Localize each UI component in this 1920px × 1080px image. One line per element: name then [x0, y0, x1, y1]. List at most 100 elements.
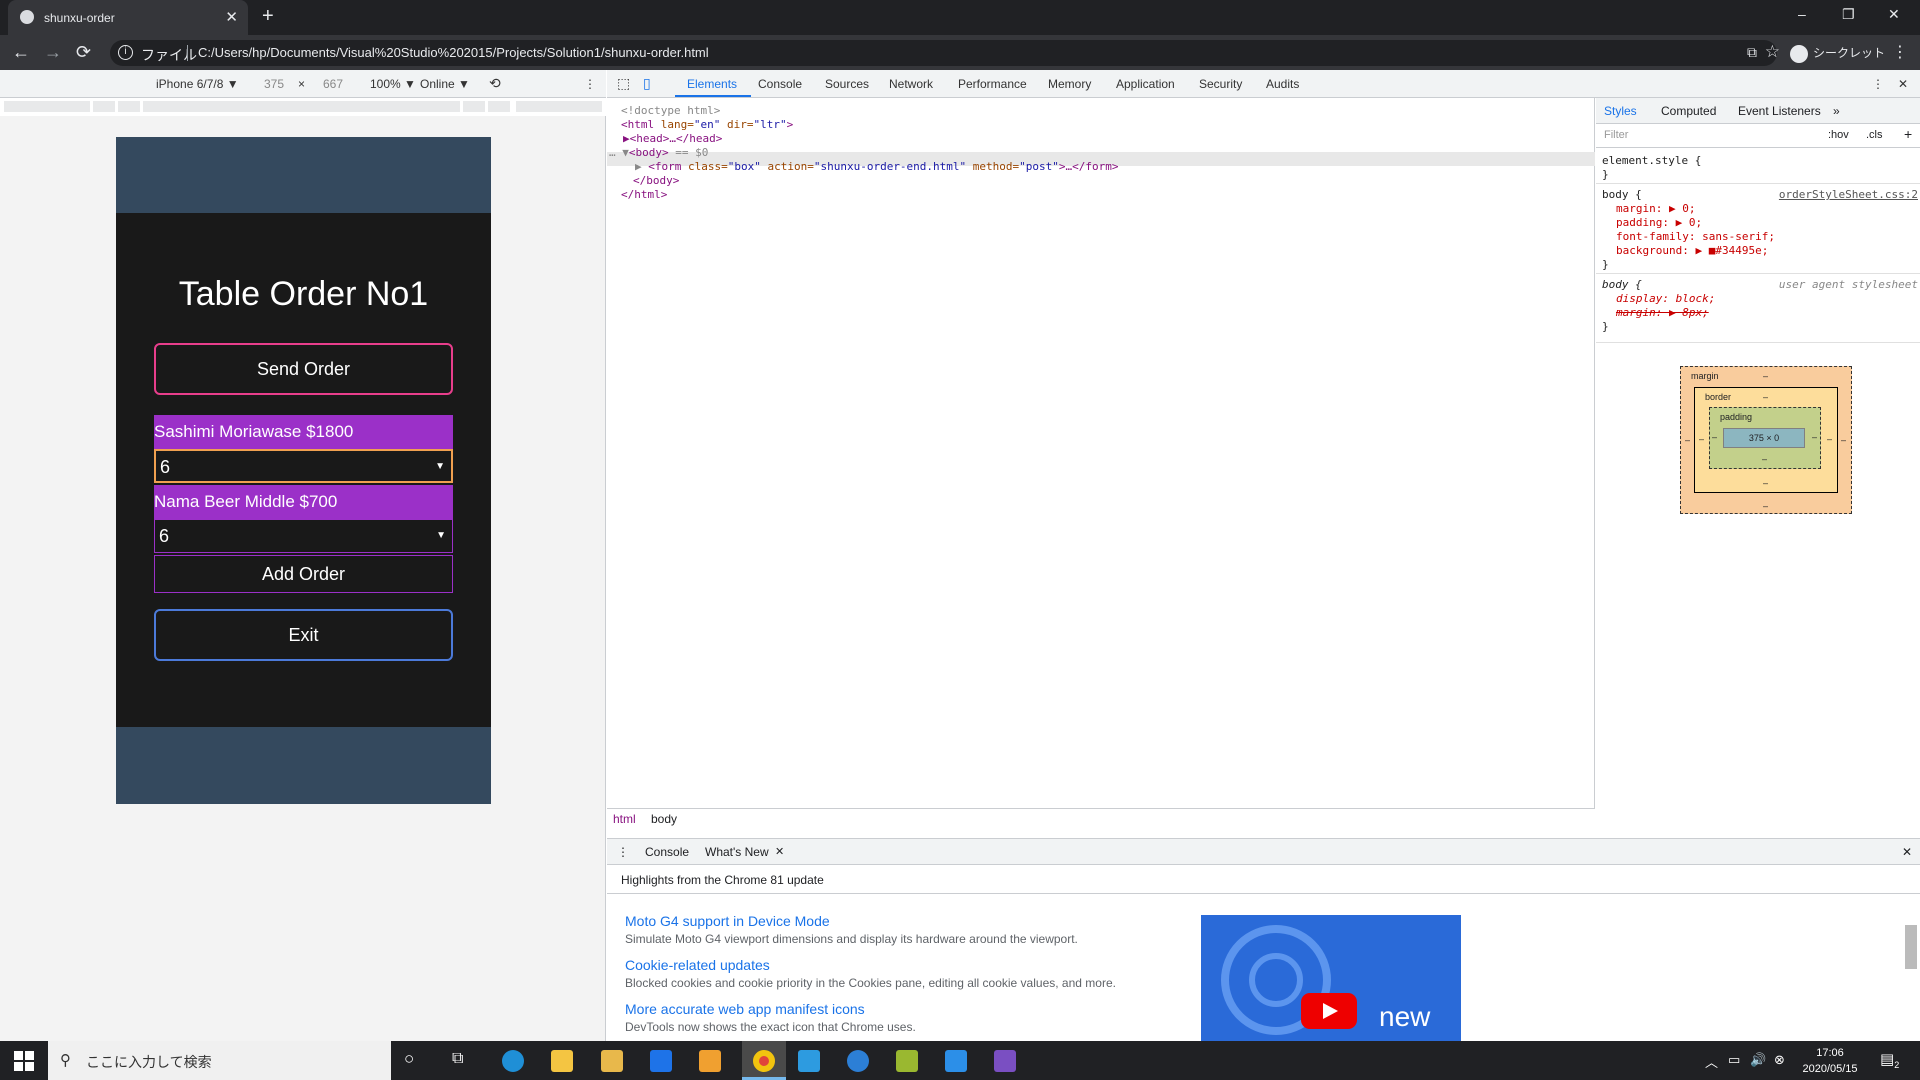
visual-studio-icon[interactable]: [994, 1050, 1016, 1072]
tab-styles[interactable]: Styles: [1604, 104, 1637, 118]
edge-icon[interactable]: [502, 1050, 524, 1072]
box-model-margin[interactable]: margin – – – – border – – – – padding – …: [1680, 366, 1852, 514]
back-button[interactable]: ←: [12, 42, 30, 63]
close-tab-icon[interactable]: ✕: [775, 845, 784, 858]
form-node[interactable]: ▶ <form class="box" action="shunxu-order…: [635, 160, 1119, 173]
task-view-icon[interactable]: ⧉: [452, 1050, 463, 1068]
more-tabs-icon[interactable]: »: [1833, 104, 1840, 118]
background-property[interactable]: background: ▶ ■#34495e;: [1616, 244, 1768, 257]
feature-link[interactable]: More accurate web app manifest icons: [625, 1001, 865, 1017]
notification-icon[interactable]: ▤2: [1880, 1050, 1899, 1070]
drawer-menu-icon[interactable]: ⋮: [617, 845, 629, 859]
play-icon[interactable]: [1301, 993, 1357, 1029]
app-icon[interactable]: [798, 1050, 820, 1072]
head-node[interactable]: ▶<head>…</head>: [623, 132, 722, 145]
height-input[interactable]: 667: [323, 77, 343, 91]
html-close-node[interactable]: </html>: [621, 188, 667, 201]
forward-button[interactable]: →: [44, 42, 62, 63]
throttle-select[interactable]: Online ▼: [420, 77, 470, 91]
quantity-select-beer[interactable]: 6 ▼: [154, 519, 453, 553]
html-node[interactable]: <html lang="en" dir="ltr">: [621, 118, 793, 131]
reload-button[interactable]: ⟳: [76, 42, 91, 63]
body-close-node[interactable]: </body>: [633, 174, 679, 187]
new-tab-button[interactable]: +: [262, 5, 274, 28]
quantity-select-sashimi[interactable]: 6 ▼: [154, 449, 453, 483]
feature-link[interactable]: Cookie-related updates: [625, 957, 770, 973]
element-style-rule[interactable]: element.style {: [1602, 154, 1701, 167]
stylesheet-link[interactable]: orderStyleSheet.css:2: [1779, 188, 1918, 201]
device-toggle-icon[interactable]: ▯: [643, 75, 651, 92]
inspect-icon[interactable]: ⬚: [617, 75, 630, 92]
file-explorer-icon[interactable]: [551, 1050, 573, 1072]
cls-toggle[interactable]: .cls: [1866, 129, 1883, 141]
width-input[interactable]: 375: [264, 77, 284, 91]
restore-button[interactable]: ❐: [1842, 6, 1855, 23]
box-model-content[interactable]: 375 × 0: [1723, 428, 1805, 448]
device-more-icon[interactable]: ⋮: [584, 77, 596, 91]
margin-property[interactable]: margin: ▶ 0;: [1616, 202, 1695, 215]
tab-network[interactable]: Network: [889, 77, 933, 91]
drawer-tab-console[interactable]: Console: [645, 845, 689, 859]
volume-icon[interactable]: 🔊: [1750, 1052, 1766, 1068]
tab-computed[interactable]: Computed: [1661, 104, 1716, 118]
windows-start-icon[interactable]: [14, 1051, 34, 1071]
internet-explorer-icon[interactable]: [847, 1050, 869, 1072]
exit-button[interactable]: Exit: [154, 609, 453, 661]
drawer-tab-whats-new[interactable]: What's New: [705, 845, 769, 859]
box-model-padding[interactable]: padding – – – 375 × 0: [1709, 407, 1821, 469]
drawer-scrollbar[interactable]: [1905, 909, 1917, 1039]
tab-audits[interactable]: Audits: [1266, 77, 1299, 91]
tab-event-listeners[interactable]: Event Listeners: [1738, 104, 1821, 118]
tab-console[interactable]: Console: [758, 77, 802, 91]
padding-property[interactable]: padding: ▶ 0;: [1616, 216, 1702, 229]
omnibox[interactable]: i ファイル C:/Users/hp/Documents/Visual%20St…: [110, 40, 1780, 66]
chrome-taskbar-item[interactable]: [742, 1041, 786, 1080]
battery-icon[interactable]: ▭: [1728, 1052, 1740, 1068]
tab-performance[interactable]: Performance: [958, 77, 1027, 91]
tab-application[interactable]: Application: [1116, 77, 1175, 91]
bookmark-star-icon[interactable]: ☆: [1765, 42, 1780, 62]
add-order-button[interactable]: Add Order: [154, 555, 453, 593]
styles-filter-input[interactable]: Filter: [1604, 129, 1628, 141]
media-player-icon[interactable]: [699, 1050, 721, 1072]
font-family-property[interactable]: font-family: sans-serif;: [1616, 230, 1775, 243]
rotate-icon[interactable]: ⟲: [489, 75, 501, 92]
clock[interactable]: 17:06 2020/05/15: [1790, 1045, 1870, 1077]
tab-security[interactable]: Security: [1199, 77, 1242, 91]
store-icon[interactable]: [601, 1050, 623, 1072]
drawer-close-icon[interactable]: ✕: [1902, 845, 1912, 859]
new-rule-icon[interactable]: +: [1904, 126, 1912, 142]
tab-elements[interactable]: Elements: [687, 77, 737, 91]
translate-icon[interactable]: ⧉: [1747, 44, 1757, 61]
tray-expand-icon[interactable]: ︿: [1705, 1052, 1718, 1071]
vscode-icon[interactable]: [945, 1050, 967, 1072]
incognito-badge[interactable]: シークレット: [1786, 40, 1893, 66]
breadcrumb-html[interactable]: html: [613, 812, 636, 826]
minimize-button[interactable]: –: [1798, 6, 1806, 22]
tab-close-icon[interactable]: ✕: [225, 8, 238, 26]
taskbar-search[interactable]: ⚲ ここに入力して検索: [48, 1041, 391, 1080]
mail-icon[interactable]: [650, 1050, 672, 1072]
device-select[interactable]: iPhone 6/7/8 ▼: [156, 77, 239, 91]
body-rule-selector[interactable]: body {: [1602, 188, 1642, 201]
send-order-button[interactable]: Send Order: [154, 343, 453, 395]
doctype-node[interactable]: <!doctype html>: [621, 104, 720, 117]
close-window-button[interactable]: ✕: [1888, 6, 1900, 23]
breadcrumb-body[interactable]: body: [651, 812, 677, 826]
video-thumbnail[interactable]: new: [1201, 915, 1461, 1042]
info-icon[interactable]: i: [118, 45, 133, 60]
browser-menu-icon[interactable]: ⋮: [1892, 42, 1908, 62]
cortana-icon[interactable]: ○: [404, 1049, 414, 1069]
devtools-close-icon[interactable]: ✕: [1898, 77, 1908, 91]
network-icon[interactable]: ⊗: [1774, 1052, 1785, 1068]
box-model-border[interactable]: border – – – – padding – – – 375 × 0: [1694, 387, 1838, 493]
media-query-bar[interactable]: [0, 98, 606, 116]
browser-tab[interactable]: shunxu-order ✕: [8, 0, 248, 35]
zoom-select[interactable]: 100% ▼: [370, 77, 416, 91]
feature-link[interactable]: Moto G4 support in Device Mode: [625, 913, 830, 929]
app-icon[interactable]: [896, 1050, 918, 1072]
body-node[interactable]: … ▼<body> == $0: [609, 146, 708, 159]
tab-memory[interactable]: Memory: [1048, 77, 1091, 91]
hov-toggle[interactable]: :hov: [1828, 129, 1849, 141]
devtools-menu-icon[interactable]: ⋮: [1872, 77, 1884, 91]
